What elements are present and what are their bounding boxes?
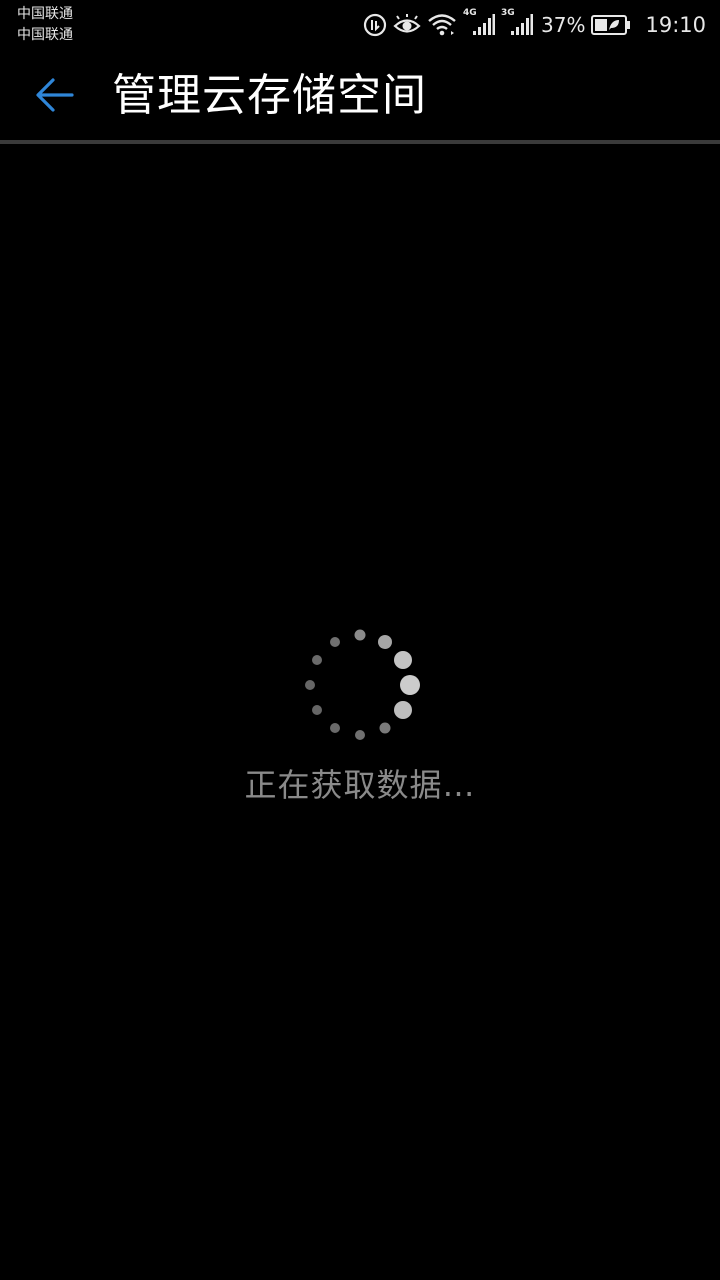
status-bar: 中国联通 中国联通 4G 3G 37% 19:10 — [0, 0, 720, 50]
spinner-dot — [400, 675, 420, 695]
spinner-dot — [355, 730, 365, 740]
carrier-labels: 中国联通 中国联通 — [17, 4, 73, 46]
loading-spinner-icon — [305, 629, 420, 740]
spinner-dot — [305, 680, 315, 690]
back-button[interactable] — [28, 70, 82, 124]
app-bar-divider — [0, 140, 720, 144]
spinner-dot — [330, 637, 340, 647]
carrier-1: 中国联通 — [17, 6, 73, 22]
spinner-dot — [378, 635, 392, 649]
clock: 19:10 — [645, 13, 706, 37]
spinner-dot — [379, 722, 391, 734]
battery-icon — [591, 14, 631, 36]
status-icons: 4G 3G 37% 19:10 — [363, 8, 706, 42]
spinner-dot — [312, 705, 322, 715]
signal-4g-icon: 4G — [463, 8, 496, 40]
spinner-dot — [330, 723, 340, 733]
spinner-dot — [394, 651, 412, 669]
carrier-2: 中国联通 — [17, 27, 73, 43]
wifi-icon — [427, 13, 457, 37]
spinner-dot — [354, 629, 366, 641]
eye-comfort-icon — [393, 13, 421, 37]
loading-text: 正在获取数据… — [244, 766, 476, 804]
battery-percent: 37% — [541, 13, 586, 37]
app-bar: 管理云存储空间 — [0, 50, 720, 140]
back-arrow-icon — [34, 74, 76, 120]
signal-3g-icon: 3G — [501, 8, 534, 40]
spinner-dot — [394, 701, 412, 719]
page-title: 管理云存储空间 — [112, 70, 427, 121]
screen: 中国联通 中国联通 4G 3G 37% 19:10 管理云存储空间 正在获取数据… — [0, 0, 720, 1280]
data-saver-icon — [363, 13, 387, 37]
spinner-dot — [312, 655, 322, 665]
